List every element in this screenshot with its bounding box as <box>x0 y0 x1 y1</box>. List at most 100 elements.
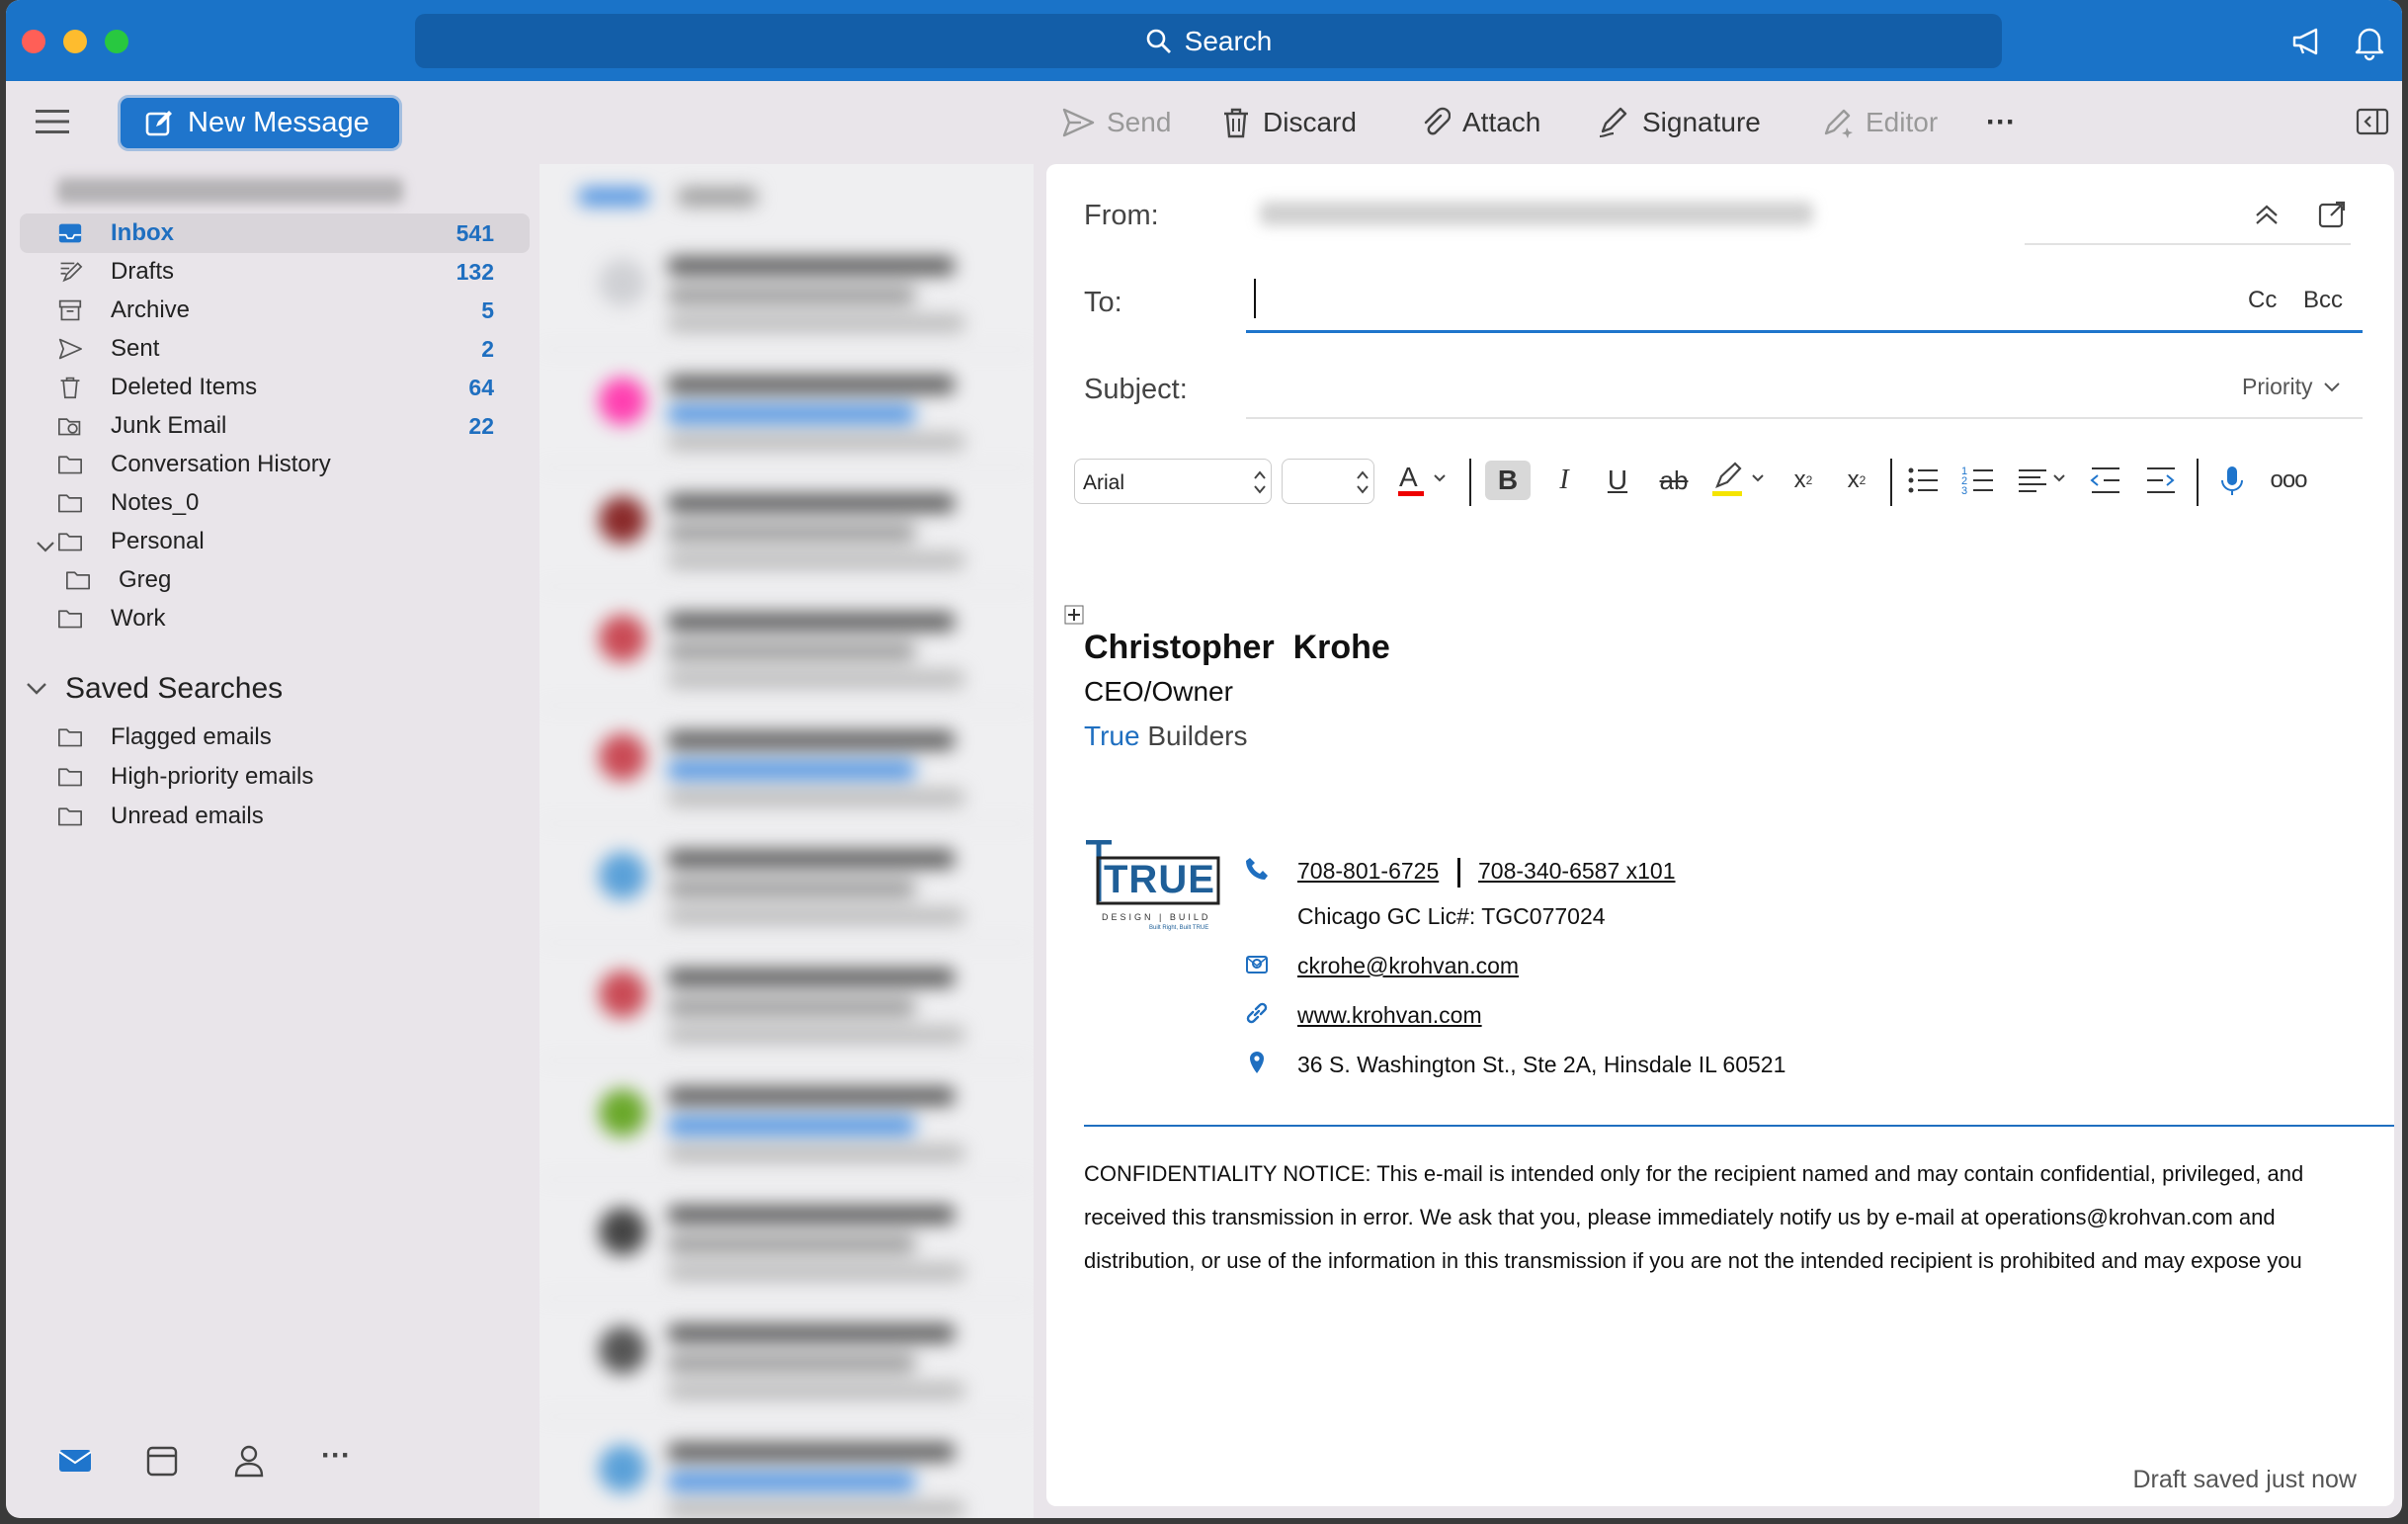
subject-input[interactable] <box>1254 362 2143 409</box>
phone-numbers: 708-801-6725 708-340-6587 x101 <box>1297 858 1676 888</box>
increase-indent-icon[interactable] <box>2141 461 2181 500</box>
calendar-icon[interactable] <box>140 1439 184 1482</box>
bell-icon[interactable] <box>2350 22 2389 61</box>
attach-button[interactable]: Attach <box>1421 103 1540 142</box>
to-input[interactable] <box>1254 279 2242 318</box>
from-value-blurred[interactable] <box>1260 202 1813 225</box>
font-family-select[interactable]: Arial <box>1074 459 1272 504</box>
unread-count: 64 <box>468 374 494 400</box>
underline-button[interactable]: U <box>1596 461 1639 500</box>
bold-button[interactable]: B <box>1485 461 1531 500</box>
collapse-fields-icon[interactable] <box>2254 204 2280 225</box>
phone-link-1[interactable]: 708-801-6725 <box>1297 858 1439 884</box>
table-move-handle-icon[interactable] <box>1064 605 1084 625</box>
folder-icon <box>55 489 85 517</box>
paperclip-icon <box>1424 107 1451 135</box>
folder-icon <box>55 803 85 830</box>
font-color-button[interactable]: A <box>1390 461 1459 500</box>
folder-drafts[interactable]: Drafts 132 <box>20 252 530 292</box>
bulleted-list-icon[interactable] <box>1904 461 1944 500</box>
new-message-button[interactable]: New Message <box>121 98 399 148</box>
deleted-items-icon <box>55 374 85 401</box>
unread-count: 5 <box>481 296 494 323</box>
saved-search-label: High-priority emails <box>111 763 314 790</box>
folder-label: Greg <box>119 566 172 593</box>
send-icon <box>1062 108 1095 137</box>
discard-button[interactable]: Discard <box>1221 103 1357 142</box>
decrease-indent-icon[interactable] <box>2086 461 2125 500</box>
subject-label: Subject: <box>1084 374 1188 405</box>
superscript-button[interactable]: x2 <box>1782 461 1825 500</box>
search-bar[interactable]: Search <box>415 14 2002 68</box>
folder-personal[interactable]: Personal <box>20 522 530 561</box>
signature-button[interactable]: Signature <box>1597 103 1761 142</box>
folder-junk-email[interactable]: Junk Email 22 <box>20 406 530 446</box>
account-email-blurred[interactable] <box>57 178 403 204</box>
font-size-select[interactable] <box>1282 459 1374 504</box>
folder-icon <box>55 763 85 791</box>
junk-email-icon <box>55 412 85 440</box>
more-formatting-button[interactable]: ooo <box>2266 461 2311 500</box>
drafts-icon <box>55 258 85 286</box>
website-link[interactable]: www.krohvan.com <box>1297 1002 1482 1028</box>
mail-icon[interactable] <box>53 1439 97 1482</box>
bottom-nav-bar: ··· <box>6 1439 540 1518</box>
svg-text:A: A <box>1399 462 1418 492</box>
folder-label: Archive <box>111 296 191 323</box>
email-link[interactable]: ckrohe@krohvan.com <box>1297 953 1519 978</box>
folder-work[interactable]: Work <box>20 599 530 638</box>
folder-inbox[interactable]: Inbox 541 <box>20 213 530 253</box>
people-icon[interactable] <box>227 1439 271 1482</box>
folder-archive[interactable]: Archive 5 <box>20 291 530 330</box>
collapse-pane-icon[interactable] <box>2356 107 2389 136</box>
folder-notes-0[interactable]: Notes_0 <box>20 483 530 523</box>
phone-link-2[interactable]: 708-340-6587 x101 <box>1478 858 1676 884</box>
cc-button[interactable]: Cc <box>2248 287 2277 314</box>
address-text: 36 S. Washington St., Ste 2A, Hinsdale I… <box>1297 1052 1786 1077</box>
saved-search-flagged-emails[interactable]: Flagged emails <box>20 718 530 757</box>
folder-label: Junk Email <box>111 412 227 439</box>
search-icon <box>1146 29 1171 53</box>
folder-label: Notes_0 <box>111 489 200 516</box>
highlighter-icon <box>1712 462 1764 496</box>
highlight-button[interactable] <box>1706 461 1776 500</box>
close-window-button[interactable] <box>22 30 45 53</box>
folder-deleted-items[interactable]: Deleted Items 64 <box>20 368 530 407</box>
signature-title: CEO/Owner <box>1084 676 1233 707</box>
location-pin-icon <box>1250 1052 1264 1073</box>
italic-button[interactable]: I <box>1542 461 1586 500</box>
priority-dropdown[interactable]: Priority <box>2242 374 2341 400</box>
folder-icon <box>55 605 85 633</box>
dictate-microphone-icon[interactable] <box>2212 461 2252 500</box>
email-icon <box>1246 956 1268 974</box>
folder-conversation-history[interactable]: Conversation History <box>20 445 530 484</box>
send-button[interactable]: Send <box>1061 103 1171 142</box>
align-icon[interactable] <box>2015 461 2074 500</box>
chevron-down-icon <box>2323 381 2340 391</box>
formatting-toolbar: Arial A B I U ab x2 x2 123 ooo <box>1074 451 2378 510</box>
strikethrough-button[interactable]: ab <box>1649 461 1699 500</box>
to-label: To: <box>1084 287 1122 318</box>
minimize-window-button[interactable] <box>63 30 87 53</box>
folder-greg[interactable]: Greg <box>20 560 530 600</box>
saved-searches-header[interactable]: Saved Searches <box>26 672 283 706</box>
folder-sent[interactable]: Sent 2 <box>20 329 530 369</box>
more-apps-button[interactable]: ··· <box>314 1439 358 1482</box>
pop-out-icon[interactable] <box>2317 200 2347 229</box>
outlook-window: Search New Message Send Discard Attach S… <box>6 0 2402 1518</box>
megaphone-icon[interactable] <box>2288 22 2328 61</box>
saved-search-high-priority-emails[interactable]: High-priority emails <box>20 757 530 797</box>
hamburger-menu-icon[interactable] <box>36 109 69 134</box>
bcc-button[interactable]: Bcc <box>2303 287 2343 314</box>
folder-label: Drafts <box>111 258 175 285</box>
editor-button[interactable]: Editor <box>1820 103 1938 142</box>
folder-sidebar: Inbox 541 Drafts 132 Archive 5 Sent 2 Deleted It… <box>6 164 540 1518</box>
more-options-button[interactable]: ··· <box>1986 103 2016 142</box>
subscript-button[interactable]: x2 <box>1835 461 1878 500</box>
saved-search-unread-emails[interactable]: Unread emails <box>20 797 530 836</box>
chevron-down-icon[interactable] <box>36 534 55 561</box>
folder-icon <box>55 451 85 478</box>
title-bar: Search <box>6 0 2402 81</box>
numbered-list-icon[interactable]: 123 <box>1959 461 1999 500</box>
zoom-window-button[interactable] <box>105 30 128 53</box>
